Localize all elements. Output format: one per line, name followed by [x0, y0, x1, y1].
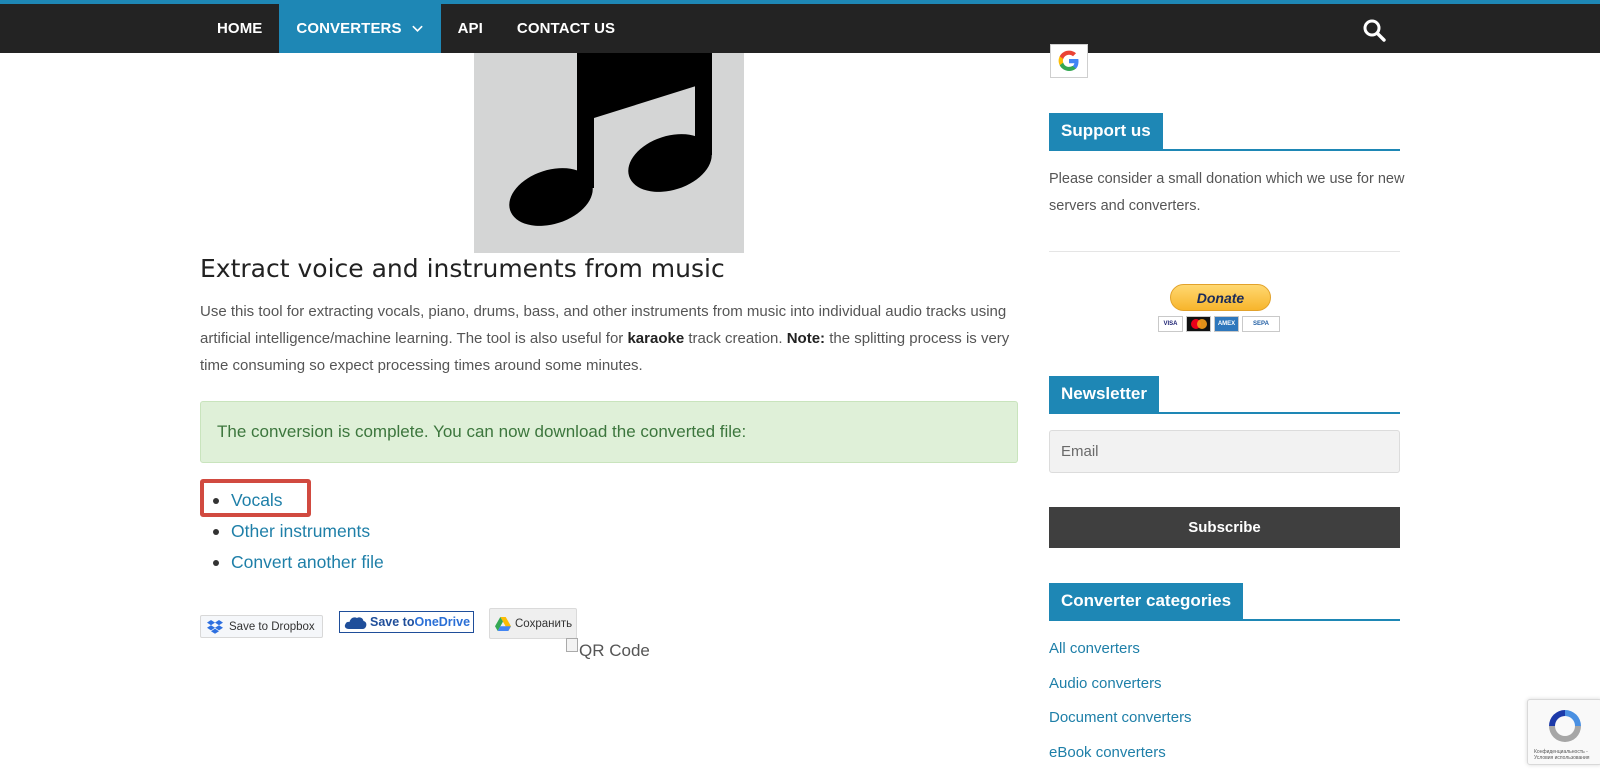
- nav-home[interactable]: HOME: [200, 4, 279, 53]
- recaptcha-icon: [1549, 710, 1581, 742]
- main-nav: HOME CONVERTERS API CONTACT US: [200, 4, 632, 53]
- broken-image-icon: [566, 638, 578, 652]
- qr-code-image: QR Code: [566, 638, 650, 661]
- donate-label: Donate: [1196, 289, 1245, 306]
- music-note-icon: [509, 53, 712, 226]
- bullet-icon: [213, 498, 219, 504]
- category-audio-converters[interactable]: Audio converters: [1049, 675, 1192, 710]
- save-to-onedrive-button[interactable]: Save to OneDrive: [339, 611, 474, 633]
- nav-converters-label: CONVERTERS: [296, 20, 402, 37]
- mastercard-circles-icon: [1190, 319, 1207, 329]
- desc-bold-note: Note:: [786, 330, 826, 347]
- sidebar-divider: [1049, 251, 1400, 252]
- category-ebook-converters[interactable]: eBook converters: [1049, 744, 1192, 777]
- nav-api[interactable]: API: [441, 4, 500, 53]
- download-links-list: Vocals Other instruments Convert another…: [200, 485, 384, 578]
- converter-categories-widget-header: Converter categories: [1049, 583, 1400, 621]
- amex-card-icon: AMEX: [1214, 316, 1239, 332]
- tool-description: Use this tool for extracting vocals, pia…: [200, 298, 1020, 379]
- mastercard-icon: [1186, 316, 1211, 332]
- payment-cards: VISA AMEX SEPA: [1158, 316, 1280, 332]
- list-item: Vocals: [200, 485, 384, 516]
- dropbox-label: Save to Dropbox: [229, 620, 315, 633]
- paypal-donate-button[interactable]: Donate VISA AMEX SEPA: [1158, 284, 1286, 334]
- onedrive-brand: OneDrive: [414, 615, 471, 629]
- conversion-complete-alert: The conversion is complete. You can now …: [200, 401, 1018, 463]
- google-badge[interactable]: [1050, 44, 1088, 78]
- recaptcha-badge[interactable]: Конфиденциальность - Условия использован…: [1527, 699, 1600, 765]
- search-icon[interactable]: [1362, 18, 1386, 42]
- subscribe-button[interactable]: Subscribe: [1049, 507, 1400, 548]
- category-all-converters[interactable]: All converters: [1049, 640, 1192, 675]
- convert-another-file-link[interactable]: Convert another file: [231, 552, 384, 573]
- desc-text-2: track creation.: [684, 330, 787, 347]
- desc-bold-karaoke: karaoke: [627, 330, 685, 347]
- music-note-image: [474, 53, 744, 253]
- donate-pill: Donate: [1170, 284, 1271, 311]
- alert-text: The conversion is complete. You can now …: [217, 422, 747, 441]
- onedrive-cloud-icon: [344, 616, 367, 629]
- nav-home-label: HOME: [217, 20, 263, 37]
- save-to-google-drive-button[interactable]: Сохранить: [489, 608, 577, 639]
- category-document-converters[interactable]: Document converters: [1049, 709, 1192, 744]
- bullet-icon: [213, 529, 219, 535]
- converter-categories-list: All converters Audio converters Document…: [1049, 640, 1192, 777]
- onedrive-prefix: Save to: [370, 615, 415, 629]
- google-icon: [1058, 50, 1079, 71]
- newsletter-widget-header: Newsletter: [1049, 376, 1400, 414]
- recaptcha-terms-text: Конфиденциальность - Условия использован…: [1534, 749, 1590, 761]
- visa-card-icon: VISA: [1158, 316, 1183, 332]
- nav-converters[interactable]: CONVERTERS: [279, 4, 441, 53]
- support-us-widget-header: Support us: [1049, 113, 1400, 151]
- list-item: Convert another file: [200, 547, 384, 578]
- chevron-down-icon: [411, 25, 423, 33]
- gdrive-label: Сохранить: [515, 617, 573, 630]
- page-title: Extract voice and instruments from music: [200, 254, 725, 283]
- nav-contact-label: CONTACT US: [516, 20, 616, 37]
- dropbox-icon: [207, 619, 223, 634]
- download-other-instruments-link[interactable]: Other instruments: [231, 521, 370, 542]
- qr-code-alt-text: QR Code: [579, 641, 650, 660]
- top-navbar: HOME CONVERTERS API CONTACT US: [0, 0, 1600, 53]
- save-to-dropbox-button[interactable]: Save to Dropbox: [200, 615, 323, 638]
- support-us-text: Please consider a small donation which w…: [1049, 171, 1405, 214]
- bullet-icon: [213, 560, 219, 566]
- list-item: Other instruments: [200, 516, 384, 547]
- nav-contact-us[interactable]: CONTACT US: [500, 4, 632, 53]
- support-us-title: Support us: [1049, 113, 1163, 149]
- google-drive-icon: [495, 616, 511, 631]
- newsletter-title: Newsletter: [1049, 376, 1159, 412]
- sepa-card-icon: SEPA: [1242, 316, 1280, 332]
- download-vocals-link[interactable]: Vocals: [231, 490, 283, 511]
- nav-api-label: API: [457, 20, 483, 37]
- newsletter-email-input[interactable]: [1049, 430, 1400, 473]
- converter-categories-title: Converter categories: [1049, 583, 1244, 619]
